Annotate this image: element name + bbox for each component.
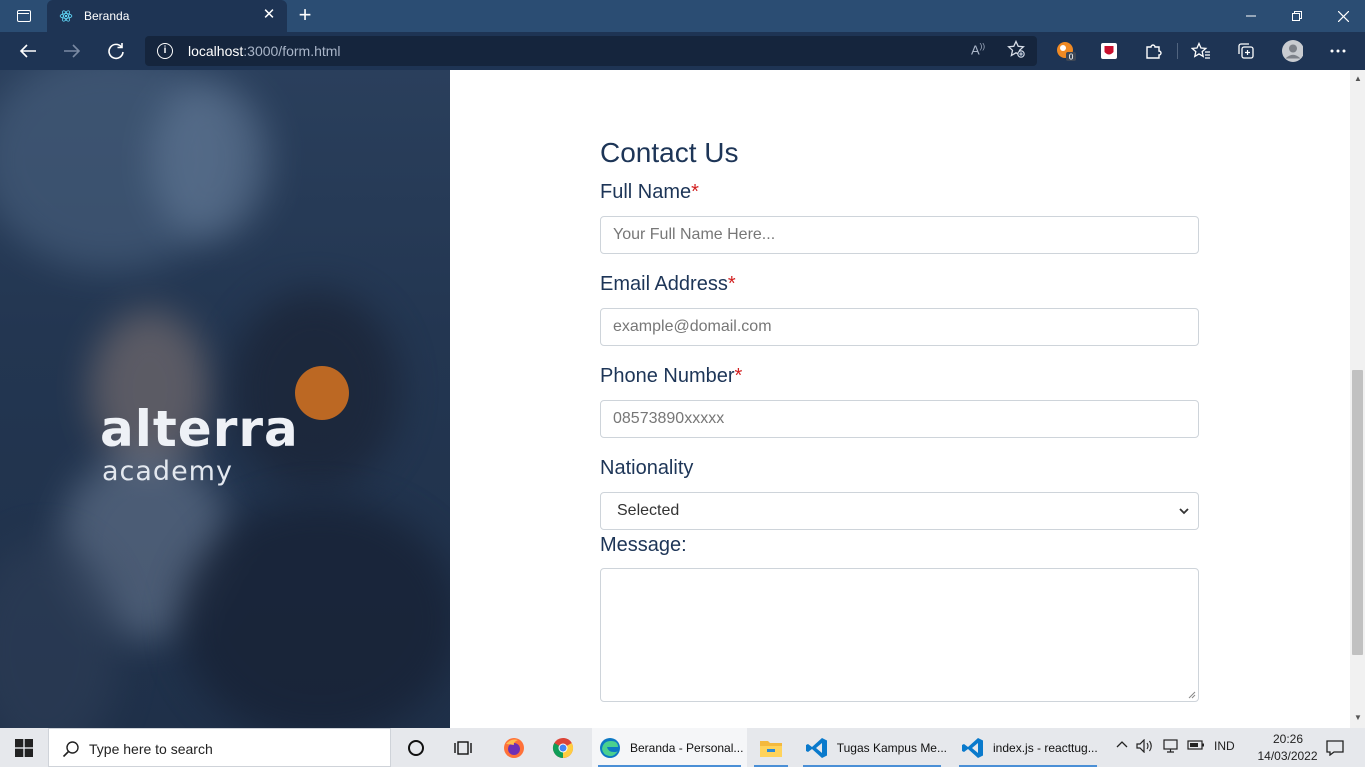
taskbar-app-label: index.js - reacttug...	[993, 740, 1098, 755]
task-view-button[interactable]	[440, 728, 486, 767]
forward-button[interactable]	[59, 39, 85, 63]
network-icon[interactable]	[1162, 739, 1180, 756]
scroll-thumb[interactable]	[1352, 370, 1363, 655]
collections-icon[interactable]	[1235, 40, 1257, 62]
logo-subtitle: academy	[102, 456, 233, 487]
scroll-down-arrow-icon[interactable]: ▼	[1354, 713, 1362, 722]
add-favorite-icon[interactable]	[1007, 39, 1025, 63]
task-view-icon	[454, 740, 472, 755]
scroll-up-arrow-icon[interactable]: ▲	[1354, 74, 1362, 83]
language-indicator[interactable]: IND	[1214, 739, 1235, 753]
phone-label: Phone Number*	[600, 365, 743, 387]
edge-icon	[600, 737, 620, 758]
extension-orange-icon[interactable]: 0	[1055, 40, 1077, 62]
notification-icon	[1326, 739, 1344, 756]
email-input[interactable]	[600, 308, 1199, 346]
nationality-select[interactable]: Selected	[600, 492, 1199, 530]
close-icon	[1337, 10, 1349, 22]
taskbar-vscode-app-1[interactable]: Tugas Kampus Me...	[797, 728, 947, 767]
phone-input[interactable]	[600, 400, 1199, 438]
restore-button[interactable]	[1274, 0, 1320, 32]
chevron-down-icon	[1179, 508, 1189, 515]
battery-icon[interactable]	[1187, 739, 1205, 754]
page-viewport: alterra academy Contact Us Full Name* Em…	[0, 70, 1365, 728]
close-tab-icon[interactable]: ✕	[261, 7, 277, 23]
taskbar-vscode-app-2[interactable]: index.js - reacttug...	[953, 728, 1103, 767]
back-button[interactable]	[15, 39, 41, 63]
firefox-icon	[504, 737, 524, 758]
nationality-label: Nationality	[600, 457, 694, 479]
read-aloud-icon[interactable]: A))	[971, 42, 985, 57]
extension-red-icon[interactable]	[1098, 40, 1120, 62]
react-icon	[59, 10, 73, 22]
message-textarea[interactable]	[600, 568, 1199, 702]
full-name-label: Full Name*	[600, 181, 699, 203]
clock-time[interactable]: 20:26	[1263, 732, 1313, 746]
vscode-icon	[962, 737, 983, 758]
required-mark: *	[727, 273, 736, 295]
svg-text:0: 0	[1068, 53, 1073, 62]
vscode-icon	[806, 737, 827, 758]
tab-actions-button[interactable]	[8, 3, 40, 29]
required-mark: *	[734, 365, 743, 387]
clock-date[interactable]: 14/03/2022	[1255, 749, 1320, 763]
notifications-button[interactable]	[1312, 728, 1358, 767]
cortana-icon	[408, 739, 424, 756]
reload-icon	[108, 43, 124, 60]
logo-orange-dot	[295, 366, 349, 420]
logo-wordmark: alterra	[100, 400, 299, 458]
arrow-right-icon	[64, 44, 81, 58]
reload-button[interactable]	[103, 39, 129, 63]
full-name-input[interactable]	[600, 216, 1199, 254]
show-hidden-icons-icon[interactable]	[1116, 739, 1128, 754]
taskbar-search-box[interactable]: Type here to search	[48, 728, 391, 767]
search-icon	[62, 741, 79, 758]
taskbar-app-label: Beranda - Personal...	[630, 740, 744, 755]
required-mark: *	[691, 181, 699, 203]
tab-panel-icon	[17, 10, 31, 22]
resize-grip-icon[interactable]	[1188, 691, 1196, 699]
info-icon[interactable]: i	[157, 43, 173, 59]
arrow-left-icon	[19, 44, 36, 58]
favorites-icon[interactable]	[1190, 40, 1212, 62]
folder-icon	[760, 740, 782, 757]
cortana-button[interactable]	[393, 728, 439, 767]
email-label: Email Address*	[600, 273, 736, 295]
minimize-icon	[1246, 15, 1256, 17]
close-window-button[interactable]	[1320, 0, 1365, 32]
restore-icon	[1292, 11, 1302, 21]
page-scrollbar[interactable]: ▲ ▼	[1350, 70, 1365, 728]
alterra-academy-logo: alterra academy	[100, 360, 360, 500]
extensions-puzzle-icon[interactable]	[1142, 40, 1164, 62]
url-text[interactable]: localhost:3000/form.html	[188, 43, 341, 59]
taskbar-firefox[interactable]	[491, 728, 537, 767]
taskbar-edge-app[interactable]: Beranda - Personal...	[592, 728, 747, 767]
minimize-button[interactable]	[1228, 0, 1274, 32]
browser-toolbar: i localhost:3000/form.html A)) 0	[0, 32, 1365, 70]
windows-logo-icon	[15, 738, 33, 757]
new-tab-button[interactable]: +	[292, 4, 318, 28]
message-label: Message:	[600, 534, 687, 556]
taskbar-app-label: Tugas Kampus Me...	[836, 740, 947, 755]
tab-beranda[interactable]: Beranda ✕	[47, 0, 287, 32]
volume-icon[interactable]	[1136, 738, 1154, 756]
tab-title: Beranda	[84, 9, 130, 23]
more-options-icon[interactable]	[1327, 40, 1349, 62]
form-title: Contact Us	[600, 137, 739, 168]
taskbar-chrome[interactable]	[540, 728, 586, 767]
hero-image: alterra academy	[0, 70, 450, 728]
chrome-icon	[552, 737, 574, 758]
address-bar[interactable]: i localhost:3000/form.html A))	[145, 36, 1037, 66]
start-button[interactable]	[0, 728, 48, 767]
browser-titlebar: Beranda ✕ +	[0, 0, 1365, 32]
toolbar-separator	[1177, 43, 1178, 59]
taskbar-file-explorer[interactable]	[748, 728, 794, 767]
profile-avatar[interactable]	[1281, 40, 1303, 62]
windows-taskbar: Type here to search Beranda - Personal..…	[0, 728, 1365, 767]
search-placeholder: Type here to search	[89, 741, 213, 757]
nationality-selected-value: Selected	[617, 502, 680, 519]
